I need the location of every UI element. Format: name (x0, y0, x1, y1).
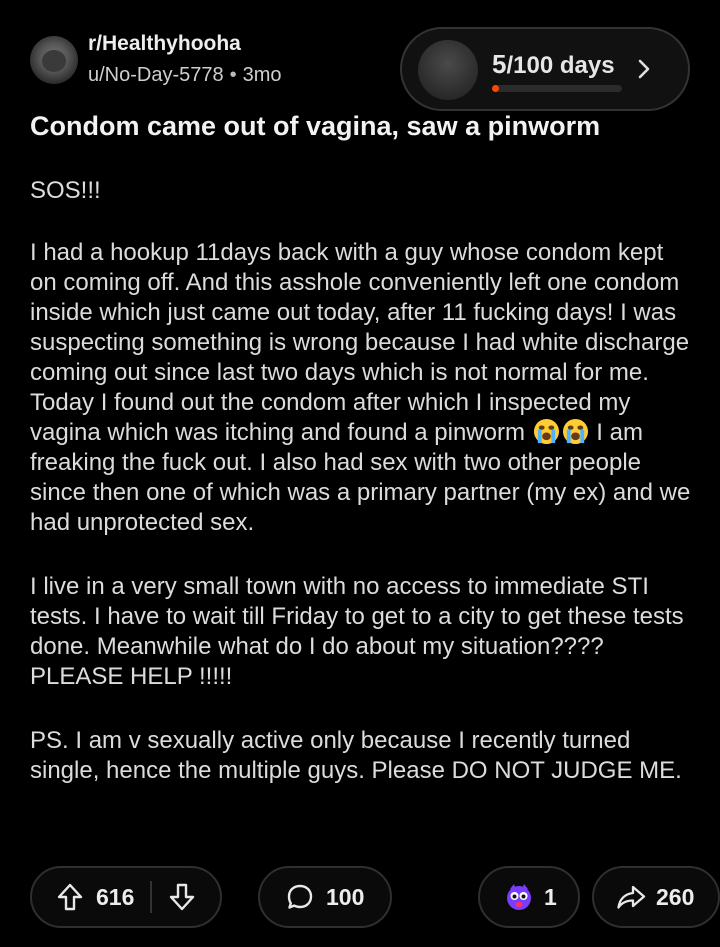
subreddit-avatar[interactable] (30, 36, 78, 84)
body-paragraph-4: PS. I am v sexually active only because … (30, 727, 682, 784)
streak-progress-fill (492, 85, 499, 92)
award-button[interactable]: 1 (478, 866, 580, 928)
loudly-crying-face-icon (533, 418, 559, 445)
share-count: 260 (656, 883, 695, 910)
body-paragraph-1: SOS!!! (30, 177, 101, 204)
streak-label: 5/100 days (492, 49, 615, 80)
streak-avatar (418, 40, 478, 100)
body-paragraph-2-part-1: I had a hookup 11days back with a guy wh… (30, 239, 690, 446)
upvote-count: 616 (96, 883, 135, 910)
author-name[interactable]: u/No-Day-5778 (88, 64, 224, 86)
meta-separator: • (229, 64, 237, 86)
share-button[interactable]: 260 (592, 866, 720, 928)
chevron-right-icon (638, 59, 650, 79)
comments-button[interactable]: 100 (258, 866, 392, 928)
post-age: 3mo (242, 64, 282, 86)
vote-divider (150, 881, 153, 913)
vote-control: 616 (30, 866, 222, 928)
arrow-down-icon[interactable] (168, 882, 196, 912)
body-paragraph-2: I had a hookup 11days back with a guy wh… (30, 238, 695, 538)
streak-widget[interactable]: 5/100 days (400, 27, 690, 111)
post-body: SOS!!! I had a hookup 11days back with a… (30, 176, 695, 820)
award-count: 1 (544, 883, 557, 910)
post-title: Condom came out of vagina, saw a pinworm (30, 111, 601, 141)
loudly-crying-face-icon (562, 418, 588, 445)
award-badge-icon (507, 884, 531, 910)
subreddit-name[interactable]: r/Healthyhooha (88, 32, 241, 56)
streak-total: /100 days (506, 52, 615, 79)
speech-bubble-icon (287, 884, 313, 909)
post-meta: u/No-Day-5778 • 3mo (88, 64, 282, 87)
arrow-up-icon[interactable] (56, 882, 84, 912)
streak-current: 5 (492, 49, 507, 79)
post-actions-bar: 616 100 1 260 (30, 866, 720, 928)
streak-progress-bar (492, 85, 622, 92)
share-arrow-icon (617, 885, 646, 909)
comment-count: 100 (326, 883, 365, 910)
body-paragraph-3: I live in a very small town with no acce… (30, 573, 684, 690)
